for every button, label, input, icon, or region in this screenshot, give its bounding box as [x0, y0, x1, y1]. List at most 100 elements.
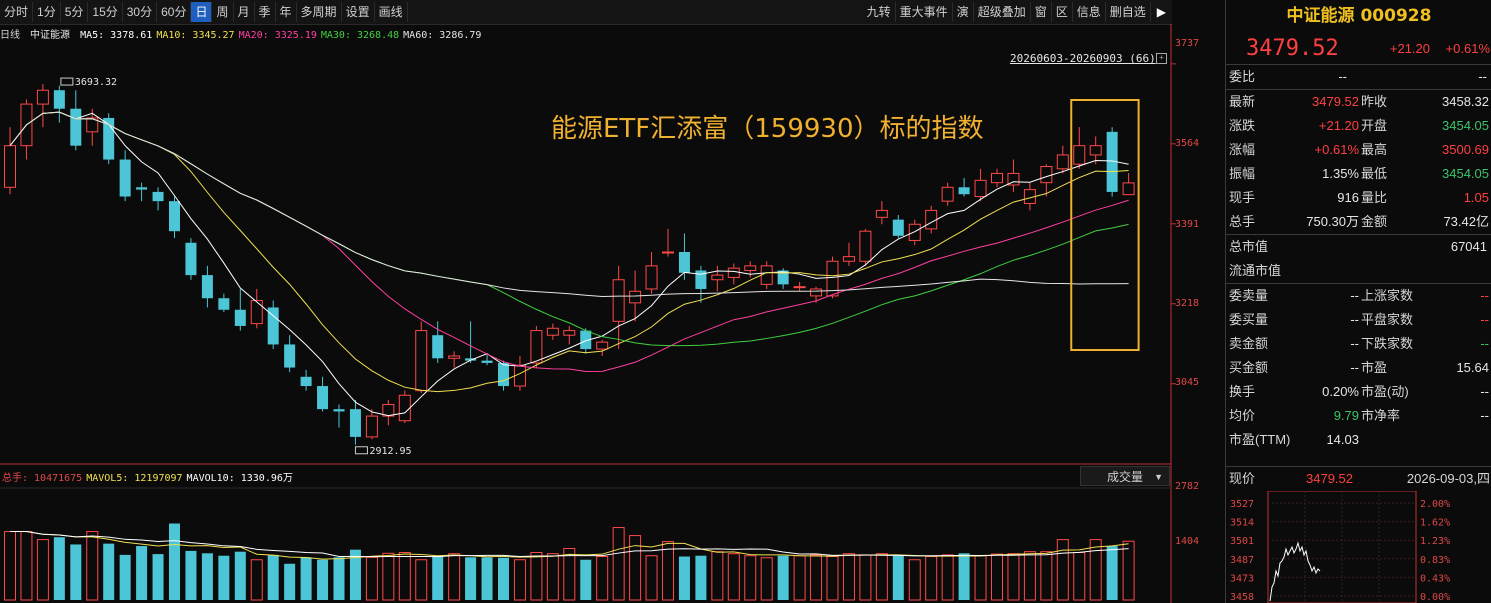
volume-bar-67	[1106, 546, 1118, 600]
order-row-1: 委买量 -- 平盘家数 --	[1226, 308, 1491, 332]
annotation-text: 能源ETF汇添富（159930）标的指数	[551, 114, 984, 144]
quote-row-3: 振幅 1.35% 最低 3454.05	[1226, 162, 1491, 186]
volume-bar-2	[36, 539, 49, 601]
quote-value-3: 1.35%	[1322, 166, 1359, 181]
order-value-0: --	[1350, 288, 1359, 303]
ma-item-1: MA10: 3345.27	[156, 30, 235, 41]
candle-42	[695, 265, 707, 303]
order-label2-4: 市盈(动)	[1361, 384, 1409, 399]
candle-11	[185, 238, 197, 280]
order-value-1: --	[1350, 312, 1359, 327]
volume-bar-9	[152, 554, 164, 600]
y-label-4: 3045	[1175, 377, 1200, 388]
volume-bar-8	[136, 546, 148, 600]
order-label2-6	[1359, 428, 1427, 452]
quote-row-0: 最新 3479.52 昨收 3458.32	[1226, 90, 1491, 114]
order-label-3: 买金额	[1229, 360, 1269, 375]
candle-34	[563, 325, 576, 345]
vol-legend-0: 总手: 10471675	[2, 473, 83, 484]
order-label-4: 换手	[1229, 384, 1256, 399]
order-value-5: 9.79	[1333, 408, 1359, 423]
volume-bar-0	[4, 531, 16, 601]
quote-value2-4: 1.05	[1463, 190, 1489, 205]
order-rows: 委卖量 -- 上涨家数 -- 委买量 -- 平盘家数 -- 卖金额 -- 下跌家数 -- 买金额 -- 市盈…	[1226, 283, 1491, 452]
volume-bar-61	[1007, 553, 1020, 601]
volume-bar-54	[892, 555, 904, 600]
candle-12	[201, 265, 213, 308]
mini-left-label-3: 3487	[1230, 555, 1254, 566]
quote-panel: 中证能源 000928 3479.52 +21.20 +0.61% 委比 -- …	[1225, 0, 1491, 603]
volume-bar-6	[103, 543, 115, 600]
volume-bar-15	[250, 559, 263, 601]
volume-bar-11	[185, 550, 197, 600]
volume-bar-59	[974, 555, 987, 601]
candle-47	[777, 268, 789, 289]
mini-left-label-4: 3473	[1230, 573, 1254, 584]
range-toggle-icon[interactable]: +	[1156, 53, 1167, 64]
mini-right-label-3: 0.83%	[1420, 555, 1450, 566]
volume-bar-22	[365, 556, 378, 601]
index-name: 中证能源	[30, 30, 71, 41]
order-label-1: 委买量	[1229, 312, 1269, 327]
volume-bar-65	[1073, 551, 1086, 601]
high-marker-label: 3693.32	[75, 77, 117, 88]
volume-bar-23	[382, 552, 395, 601]
highlight-box	[1070, 99, 1140, 351]
weibi-value: --	[1338, 69, 1347, 84]
intraday-mini-chart[interactable]: 3527 3514 3501 3487 3473 3458 2.00% 1.62% 1.23% 0…	[1226, 491, 1491, 603]
quote-row-1: 涨跌 +21.20 开盘 3454.05	[1226, 114, 1491, 138]
volume-bar-48	[793, 555, 806, 601]
order-label2-1: 平盘家数	[1361, 312, 1414, 327]
quote-value-2: +0.61%	[1314, 142, 1359, 157]
quote-value2-2: 3500.69	[1442, 142, 1489, 157]
candle-68	[1122, 173, 1135, 196]
date-range[interactable]: 20260603-20260903 (66)	[1010, 52, 1156, 65]
candle-39	[645, 252, 658, 294]
weibi-ratio: --	[1478, 69, 1487, 84]
quote-value2-1: 3454.05	[1442, 118, 1489, 133]
candle-24	[398, 390, 411, 424]
candle-15	[250, 288, 263, 329]
candle-22	[365, 409, 378, 440]
mini-left-label-2: 3501	[1230, 536, 1254, 547]
candle-60	[991, 168, 1003, 188]
volume-bar-7	[119, 554, 131, 600]
quote-value2-5: 73.42亿	[1443, 214, 1489, 229]
candle-3	[53, 85, 65, 123]
total-cap-value: 67041	[1450, 239, 1487, 254]
volume-bar-4	[70, 544, 82, 600]
indicator-select[interactable]: 成交量 ▼	[1080, 466, 1170, 486]
volume-bar-40	[662, 541, 674, 601]
volume-bar-66	[1089, 539, 1102, 601]
volume-bar-62	[1023, 551, 1036, 601]
volume-bar-46	[760, 557, 773, 601]
candle-37	[612, 265, 625, 350]
volume-bar-47	[777, 555, 789, 600]
candle-10	[169, 196, 180, 239]
candle-36	[596, 339, 609, 356]
quote-label2-5: 金额	[1361, 214, 1388, 229]
candle-56	[925, 205, 938, 234]
quote-label2-2: 最高	[1361, 142, 1388, 157]
quote-row-2: 涨幅 +0.61% 最高 3500.69	[1226, 138, 1491, 162]
volume-bar-30	[498, 557, 509, 600]
volume-bar-19	[317, 559, 329, 600]
volume-bar-24	[398, 551, 411, 601]
volume-bar-60	[991, 553, 1003, 601]
volume-bar-52	[859, 554, 872, 601]
volume-bar-26	[432, 555, 444, 600]
quote-value-4: 916	[1337, 190, 1359, 205]
ma-item-4: MA60: 3286.79	[403, 30, 482, 41]
candle-51	[842, 242, 855, 266]
candle-21	[349, 399, 361, 445]
price-change: +21.20	[1389, 40, 1430, 56]
kline-chart[interactable]: 3693.32 2912.95	[0, 0, 1225, 603]
volume-bar-10	[169, 523, 180, 600]
volume-bar-20	[333, 557, 345, 600]
volume-bar-37	[612, 527, 625, 601]
quote-label-1: 涨跌	[1229, 118, 1256, 133]
volume-bar-5	[86, 531, 99, 601]
candle-54	[892, 215, 904, 239]
order-row-0: 委卖量 -- 上涨家数 --	[1226, 284, 1491, 308]
total-cap-row: 总市值 67041	[1226, 234, 1491, 259]
